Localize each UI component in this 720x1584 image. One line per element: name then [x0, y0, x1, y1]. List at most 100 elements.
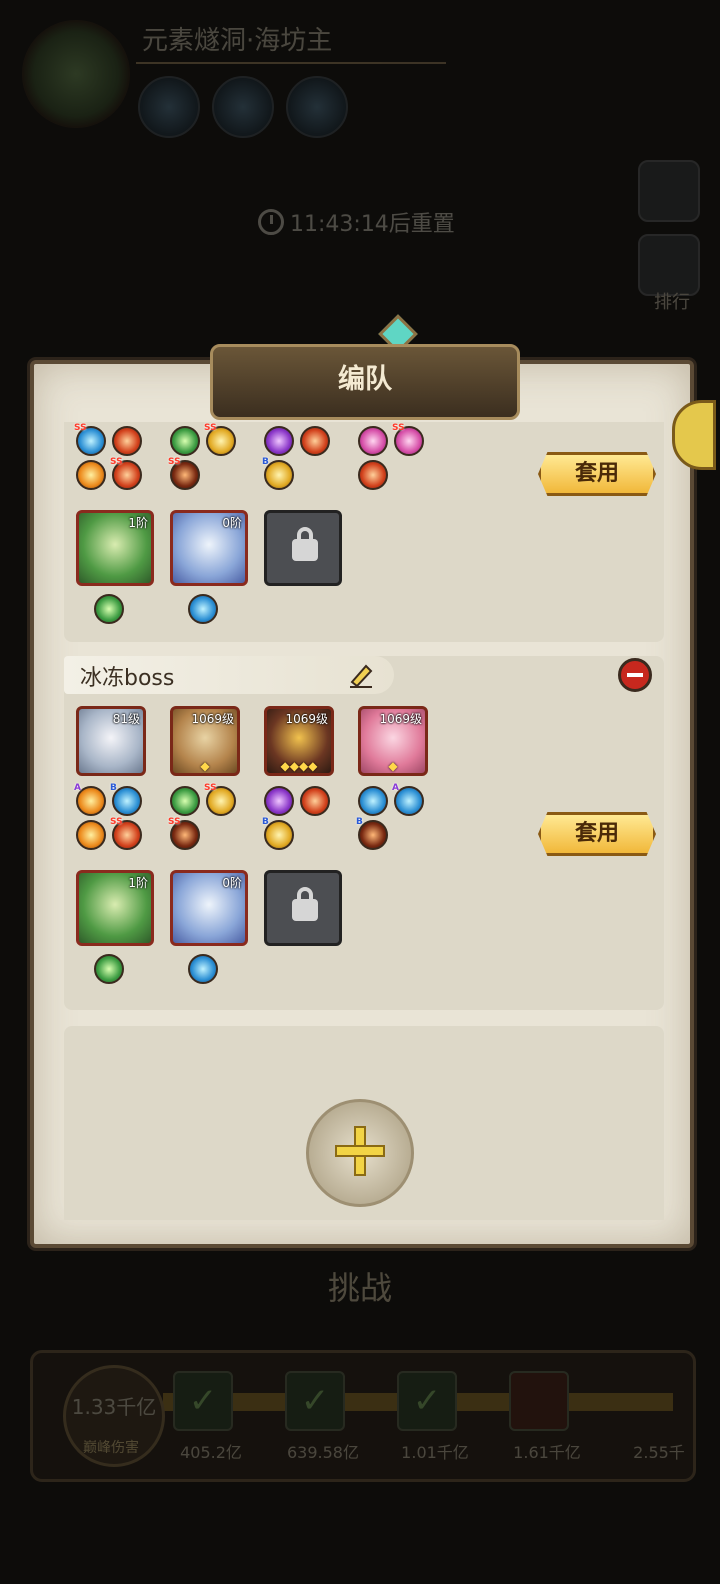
- locked-pet-slot[interactable]: [264, 870, 342, 946]
- skill-icon: [188, 594, 218, 624]
- challenge-button[interactable]: 挑战: [300, 1258, 420, 1318]
- delete-team-icon[interactable]: [618, 658, 652, 692]
- pet-slot[interactable]: 0阶: [170, 510, 248, 586]
- skill-icon: SS: [168, 817, 200, 850]
- reward-chest-icon[interactable]: [509, 1371, 569, 1431]
- info-icon[interactable]: [638, 160, 700, 222]
- skill-icon: [358, 786, 388, 816]
- scroll-handle[interactable]: [672, 400, 716, 470]
- skill-group: SS: [358, 423, 452, 490]
- pet-level: 1阶: [128, 516, 148, 530]
- formation-modal: 编队 SS SS SS SS B SS 套用 1阶 0阶 冰冻boss 81级 …: [30, 314, 694, 1248]
- skill-icon: A: [74, 783, 106, 816]
- pencil-icon[interactable]: [346, 660, 376, 690]
- clock-icon: [258, 209, 284, 235]
- hero-level: 1069级: [285, 712, 328, 726]
- pet-level: 0阶: [222, 516, 242, 530]
- team-name: 冰冻boss: [80, 666, 175, 691]
- plus-icon: [335, 1126, 385, 1176]
- hero-row: 81级 1069级 ◆ 1069级 ◆◆◆◆ 1069级 ◆: [76, 706, 452, 776]
- pet-level: 1阶: [128, 876, 148, 890]
- reset-timer-text: 11:43:14后重置: [290, 212, 455, 237]
- skill-icon: [76, 820, 106, 850]
- stage-value: 2.55千: [633, 1443, 685, 1462]
- check-icon: ✓: [173, 1371, 233, 1431]
- skill-icon: [170, 786, 200, 816]
- skill-group: A B: [356, 783, 452, 850]
- skill-icon: SS: [74, 423, 106, 456]
- team-name-bar[interactable]: 冰冻boss: [64, 656, 394, 694]
- hero-level: 1069级: [191, 712, 234, 726]
- skill-icon: [264, 426, 294, 456]
- pet-level: 0阶: [222, 876, 242, 890]
- pet-slot[interactable]: 0阶: [170, 870, 248, 946]
- hero-level: 1069级: [379, 712, 422, 726]
- skill-icon: SS: [204, 783, 236, 816]
- hero-slot[interactable]: 1069级 ◆: [170, 706, 240, 776]
- skill-icon: [94, 954, 124, 984]
- hero-stars: ◆◆◆◆: [280, 759, 318, 773]
- element-icons: [138, 76, 348, 138]
- peak-damage-value: 1.33千亿: [71, 1395, 157, 1419]
- reset-timer: 11:43:14后重置: [258, 206, 455, 238]
- stage-rewards: ✓ ✓ ✓: [173, 1371, 569, 1431]
- pet-skills-row: [94, 954, 218, 984]
- hero-skills-row: SS SS SS SS B SS: [74, 423, 452, 490]
- locked-pet-slot[interactable]: [264, 510, 342, 586]
- skill-icon: SS: [110, 457, 142, 490]
- apply-button[interactable]: 套用: [538, 452, 656, 496]
- hero-stars: ◆: [200, 759, 210, 773]
- boss-emblem: [22, 20, 130, 128]
- frost-element-icon: [212, 76, 274, 138]
- hero-slot[interactable]: 1069级 ◆◆◆◆: [264, 706, 334, 776]
- skill-icon: [76, 460, 106, 490]
- pet-slot[interactable]: 1阶: [76, 870, 154, 946]
- stage-labels: 405.2亿 639.58亿 1.01千亿 1.61千亿 2.55千: [163, 1439, 707, 1463]
- pet-skills-row: [94, 594, 218, 624]
- apply-button[interactable]: 套用: [538, 812, 656, 856]
- team-card: SS SS SS SS B SS 套用 1阶 0阶: [64, 422, 664, 642]
- skill-group: B: [262, 426, 358, 490]
- skill-group: A B SS: [74, 783, 170, 850]
- skill-icon: [112, 426, 142, 456]
- skill-group: B: [262, 786, 358, 850]
- skill-icon: B: [262, 817, 294, 850]
- skill-icon: [358, 426, 388, 456]
- pet-row: 1阶 0阶: [76, 870, 358, 946]
- skill-icon: A: [392, 783, 424, 816]
- add-team-button[interactable]: [306, 1099, 414, 1207]
- skill-icon: [300, 426, 330, 456]
- skill-icon: [188, 954, 218, 984]
- check-icon: ✓: [285, 1371, 345, 1431]
- stage-value: 639.58亿: [287, 1443, 359, 1462]
- hero-slot[interactable]: 81级: [76, 706, 146, 776]
- water-element-icon: [286, 76, 348, 138]
- peak-damage-label: 巅峰伤害: [83, 1440, 139, 1456]
- hero-stars: ◆: [388, 759, 398, 773]
- stage-value: 1.61千亿: [513, 1443, 581, 1462]
- skill-group: SS SS: [168, 423, 264, 490]
- skill-icon: SS: [392, 423, 424, 456]
- skill-icon: [300, 786, 330, 816]
- pet-slot[interactable]: 1阶: [76, 510, 154, 586]
- rank-label: 排行: [654, 292, 690, 313]
- modal-title: 编队: [210, 344, 520, 420]
- hero-skills-row: A B SS SS SS B A B: [74, 783, 452, 850]
- skill-icon: B: [110, 783, 142, 816]
- hero-slot[interactable]: 1069级 ◆: [358, 706, 428, 776]
- stage-value: 1.01千亿: [401, 1443, 469, 1462]
- boss-title: 元素燧洞·海坊主: [142, 26, 333, 56]
- skill-icon: [170, 426, 200, 456]
- check-icon: ✓: [397, 1371, 457, 1431]
- skill-icon: SS: [204, 423, 236, 456]
- skill-group: SS SS: [74, 423, 170, 490]
- lock-icon: [292, 887, 318, 921]
- skill-icon: B: [356, 817, 388, 850]
- skill-icon: SS: [110, 817, 142, 850]
- skill-icon: [264, 786, 294, 816]
- damage-progress-bar: 1.33千亿 巅峰伤害 ✓ ✓ ✓ 405.2亿 639.58亿 1.01千亿 …: [30, 1350, 696, 1482]
- team-card: 冰冻boss 81级 1069级 ◆ 1069级 ◆◆◆◆ 1069级 ◆ A …: [64, 656, 664, 1010]
- trophy-icon[interactable]: [638, 234, 700, 296]
- skill-icon: SS: [168, 457, 200, 490]
- side-buttons: [638, 160, 702, 308]
